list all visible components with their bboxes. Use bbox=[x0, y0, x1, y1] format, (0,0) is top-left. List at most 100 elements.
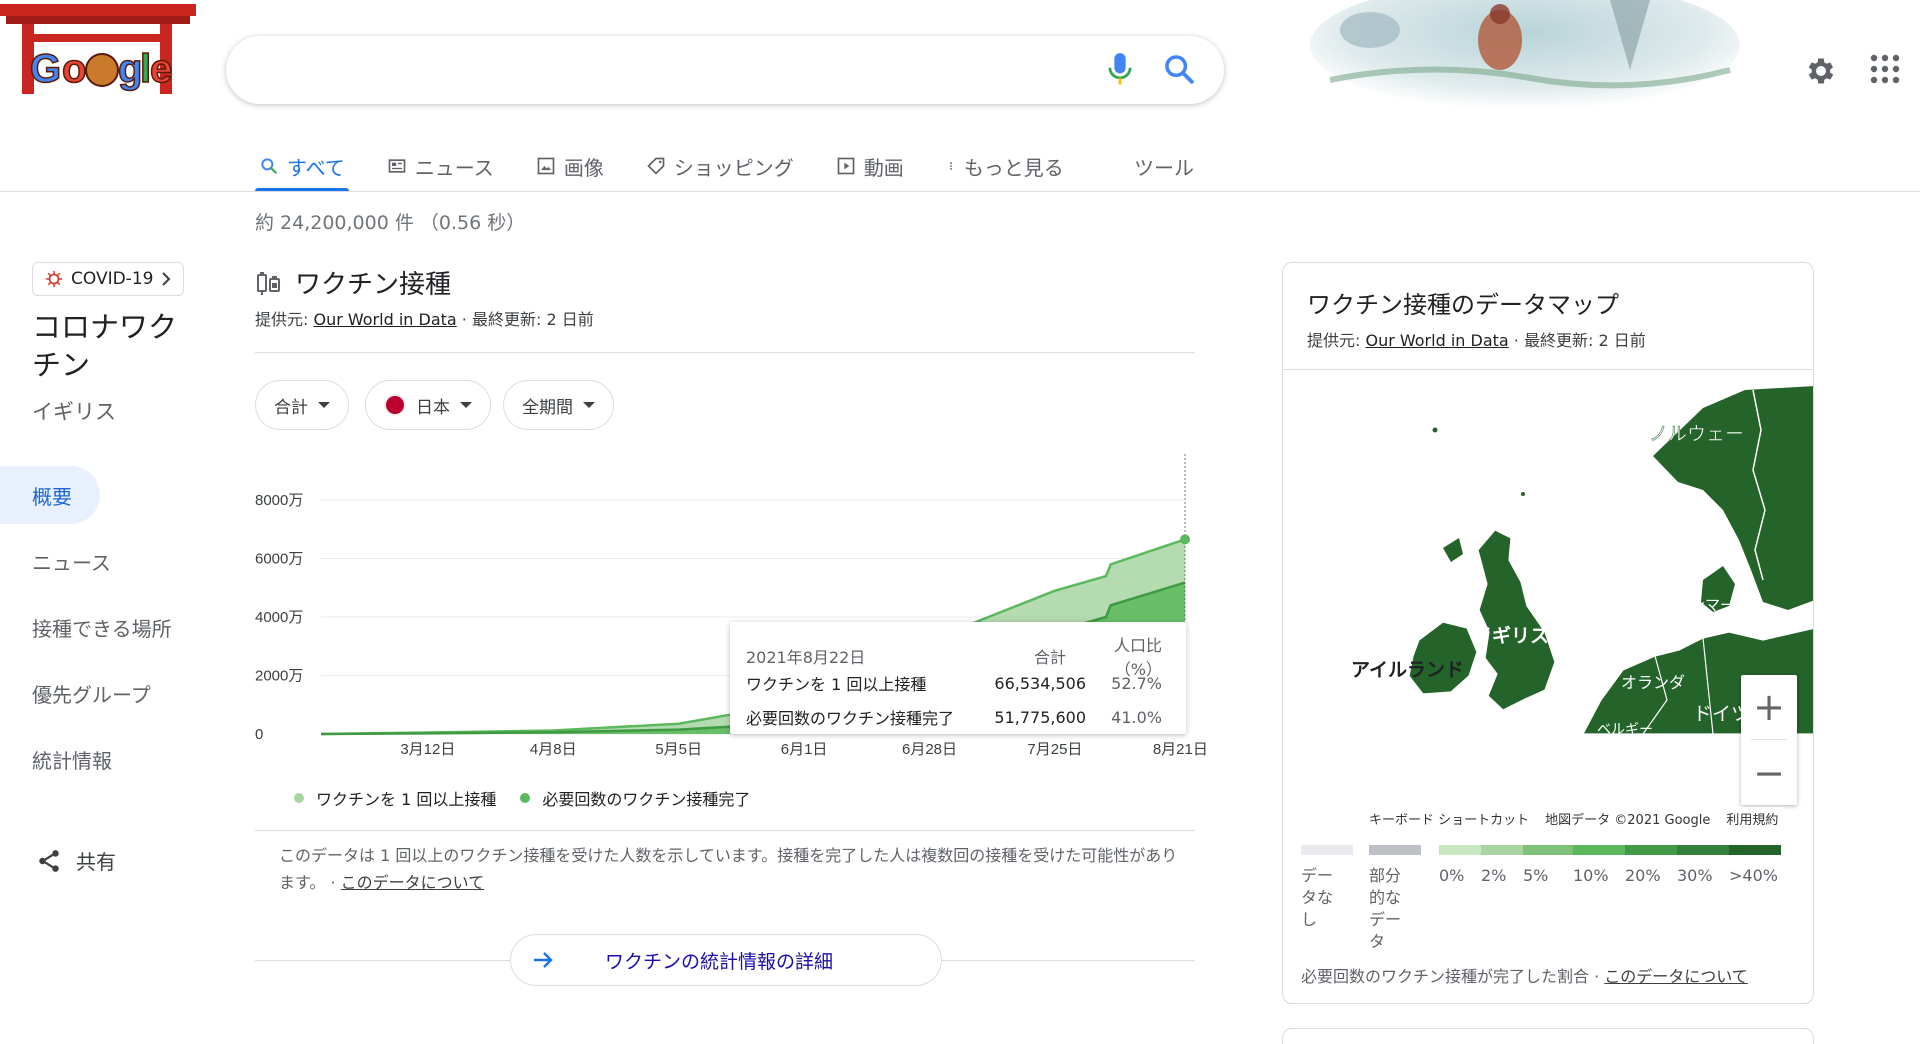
legend-swatch bbox=[1439, 845, 1481, 855]
nav-item-overview[interactable]: 概要 bbox=[0, 466, 100, 524]
country-dropdown-value: 日本 bbox=[416, 397, 450, 418]
covid-19-chip[interactable]: COVID-19 bbox=[32, 262, 185, 296]
settings-gear-icon[interactable] bbox=[1804, 54, 1838, 88]
nav-item-locations[interactable]: 接種できる場所 bbox=[0, 598, 200, 656]
search-icon bbox=[261, 158, 277, 174]
legend-label: 30% bbox=[1677, 866, 1713, 885]
zoom-out-button[interactable]: − bbox=[1741, 741, 1797, 805]
next-card bbox=[1282, 1028, 1814, 1044]
apps-grid-icon[interactable] bbox=[1870, 54, 1900, 84]
tab-more[interactable]: もっと見る bbox=[942, 140, 1068, 192]
y-tick-label: 8000万 bbox=[255, 492, 303, 509]
syringe-icon bbox=[257, 271, 280, 295]
microphone-icon[interactable] bbox=[1106, 52, 1134, 88]
keyboard-shortcuts-link[interactable]: キーボード ショートカット bbox=[1369, 809, 1529, 828]
period-dropdown-value: 全期間 bbox=[522, 397, 573, 418]
legend-swatch bbox=[1729, 845, 1781, 855]
legend-swatch bbox=[1301, 845, 1353, 855]
japan-flag-icon bbox=[384, 394, 406, 416]
y-tick-label: 0 bbox=[255, 726, 263, 743]
map-footer-text: 必要回数のワクチン接種が完了した割合 · bbox=[1301, 967, 1605, 986]
side-nav: 概要 ニュース 接種できる場所 優先グループ 統計情報 bbox=[0, 466, 200, 796]
more-dots-icon bbox=[949, 162, 952, 170]
legend-label: 必要回数のワクチン接種完了 bbox=[542, 790, 751, 809]
last-updated: · 最終更新: 2 日前 bbox=[456, 310, 594, 329]
source-link[interactable]: Our World in Data bbox=[313, 310, 456, 329]
tab-shopping[interactable]: ショッピング bbox=[642, 140, 798, 192]
doodle-banner-image[interactable] bbox=[1310, 0, 1740, 110]
x-tick-label: 8月21日 bbox=[1153, 741, 1208, 758]
search-input[interactable] bbox=[226, 36, 1224, 104]
header-divider bbox=[0, 191, 1920, 192]
terms-link[interactable]: 利用規約 bbox=[1726, 809, 1778, 828]
map-legend-item: 2% bbox=[1481, 845, 1523, 887]
metric-dropdown[interactable]: 合計 bbox=[255, 380, 349, 430]
tab-all[interactable]: すべて bbox=[255, 140, 349, 192]
nav-item-news[interactable]: ニュース bbox=[0, 532, 200, 590]
x-tick-label: 7月25日 bbox=[1027, 741, 1082, 758]
chip-label: COVID-19 bbox=[71, 269, 154, 289]
nav-item-priority-groups[interactable]: 優先グループ bbox=[0, 664, 200, 722]
source-link[interactable]: Our World in Data bbox=[1365, 331, 1508, 350]
chevron-right-icon bbox=[162, 272, 171, 286]
hover-point bbox=[1180, 534, 1190, 545]
google-doodle-logo[interactable]: G o g l e bbox=[0, 0, 200, 110]
vaccination-title-text: ワクチン接種 bbox=[295, 270, 452, 300]
tab-label: ショッピング bbox=[673, 155, 794, 180]
map-label-netherlands: オランダ bbox=[1621, 674, 1685, 692]
about-data-link[interactable]: このデータについて bbox=[341, 873, 485, 892]
share-icon bbox=[39, 849, 59, 872]
tooltip-row-total: 66,534,506 bbox=[994, 673, 1086, 693]
news-icon bbox=[388, 159, 406, 173]
legend-swatch bbox=[1369, 845, 1421, 855]
image-icon bbox=[537, 157, 555, 175]
last-updated: · 最終更新: 2 日前 bbox=[1508, 331, 1646, 350]
map-legend-item: 5% bbox=[1523, 845, 1573, 887]
zoom-in-button[interactable]: + bbox=[1741, 675, 1797, 739]
tab-videos[interactable]: 動画 bbox=[832, 140, 908, 192]
virus-icon bbox=[45, 270, 63, 288]
share-button[interactable]: 共有 bbox=[36, 846, 116, 875]
search-icon[interactable] bbox=[1162, 52, 1196, 86]
y-tick-label: 6000万 bbox=[255, 551, 303, 568]
more-statistics-button[interactable]: ワクチンの統計情報の詳細 bbox=[510, 934, 942, 986]
data-note: このデータは 1 回以上のワクチン接種を受けた人数を示しています。接種を完了した… bbox=[279, 842, 1179, 896]
share-label: 共有 bbox=[76, 850, 116, 874]
map-label-ireland: アイルランド bbox=[1351, 660, 1464, 681]
divider bbox=[255, 830, 1195, 831]
legend-label: >40% bbox=[1729, 866, 1778, 885]
europe-map[interactable]: ノルウェー デンマーク イギリス アイルランド オランダ ドイツ ベルギー bbox=[1283, 370, 1813, 737]
svg-text:e: e bbox=[150, 47, 172, 91]
tooltip-row-label: ワクチンを 1 回以上接種 bbox=[746, 675, 927, 694]
legend-label: 0% bbox=[1439, 866, 1465, 885]
caret-down-icon bbox=[583, 402, 595, 408]
tab-news[interactable]: ニュース bbox=[383, 140, 498, 192]
vaccination-title: ワクチン接種 bbox=[255, 264, 451, 301]
map-legend-item: データなし bbox=[1301, 845, 1353, 931]
about-data-link[interactable]: このデータについて bbox=[1604, 967, 1748, 986]
x-tick-label: 6月1日 bbox=[781, 741, 828, 758]
svg-text:G: G bbox=[30, 47, 61, 91]
topic-title: コロナワクチン bbox=[32, 310, 178, 382]
svg-text:g: g bbox=[118, 47, 142, 91]
caret-down-icon bbox=[460, 402, 472, 408]
legend-dot bbox=[520, 793, 531, 803]
tab-images[interactable]: 画像 bbox=[532, 140, 608, 192]
legend-label: ワクチンを 1 回以上接種 bbox=[316, 790, 497, 809]
tooltip-row-label: 必要回数のワクチン接種完了 bbox=[746, 709, 955, 728]
divider bbox=[255, 352, 1195, 353]
video-icon bbox=[837, 157, 855, 175]
legend-swatch bbox=[1625, 845, 1677, 855]
legend-label: 10% bbox=[1573, 866, 1609, 885]
x-tick-label: 5月5日 bbox=[655, 741, 702, 758]
tooltip-date: 2021年8月22日 bbox=[746, 648, 866, 667]
nav-item-statistics[interactable]: 統計情報 bbox=[0, 730, 200, 788]
country-dropdown[interactable]: 日本 bbox=[365, 380, 491, 430]
tools-button[interactable]: ツール bbox=[1134, 140, 1194, 192]
vaccination-source: 提供元: Our World in Data · 最終更新: 2 日前 bbox=[255, 306, 594, 330]
y-tick-label: 2000万 bbox=[255, 668, 303, 685]
source-prefix: 提供元: bbox=[1307, 331, 1366, 350]
period-dropdown[interactable]: 全期間 bbox=[503, 380, 614, 430]
tooltip-row-total: 51,775,600 bbox=[994, 707, 1086, 727]
map-attribution: キーボード ショートカット 地図データ ©2021 Google 利用規約 bbox=[1363, 807, 1785, 829]
